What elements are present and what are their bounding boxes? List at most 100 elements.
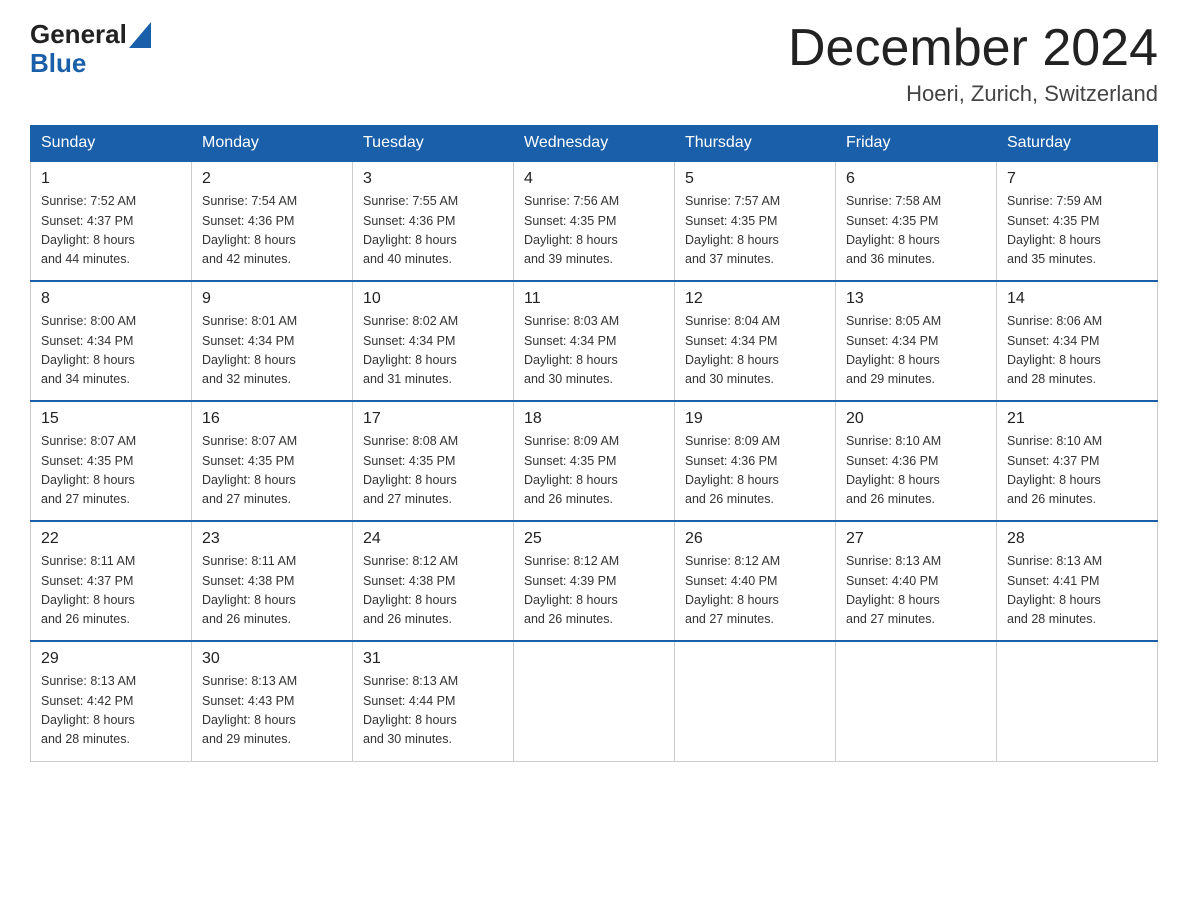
day-info: Sunrise: 7:54 AMSunset: 4:36 PMDaylight:…	[202, 194, 297, 266]
day-cell: 11 Sunrise: 8:03 AMSunset: 4:34 PMDaylig…	[514, 281, 675, 401]
day-info: Sunrise: 8:12 AMSunset: 4:38 PMDaylight:…	[363, 554, 458, 626]
logo-triangle-icon	[129, 22, 151, 48]
day-number: 18	[524, 410, 664, 428]
col-tuesday: Tuesday	[353, 126, 514, 162]
day-info: Sunrise: 8:13 AMSunset: 4:40 PMDaylight:…	[846, 554, 941, 626]
day-number: 16	[202, 410, 342, 428]
day-info: Sunrise: 7:57 AMSunset: 4:35 PMDaylight:…	[685, 194, 780, 266]
day-number: 15	[41, 410, 181, 428]
day-cell	[675, 641, 836, 761]
day-info: Sunrise: 8:13 AMSunset: 4:41 PMDaylight:…	[1007, 554, 1102, 626]
day-cell: 30 Sunrise: 8:13 AMSunset: 4:43 PMDaylig…	[192, 641, 353, 761]
day-info: Sunrise: 7:55 AMSunset: 4:36 PMDaylight:…	[363, 194, 458, 266]
day-number: 10	[363, 290, 503, 308]
day-cell: 4 Sunrise: 7:56 AMSunset: 4:35 PMDayligh…	[514, 161, 675, 281]
day-info: Sunrise: 8:09 AMSunset: 4:36 PMDaylight:…	[685, 434, 780, 506]
day-number: 9	[202, 290, 342, 308]
day-number: 14	[1007, 290, 1147, 308]
day-cell: 20 Sunrise: 8:10 AMSunset: 4:36 PMDaylig…	[836, 401, 997, 521]
col-thursday: Thursday	[675, 126, 836, 162]
day-cell: 25 Sunrise: 8:12 AMSunset: 4:39 PMDaylig…	[514, 521, 675, 641]
day-cell: 21 Sunrise: 8:10 AMSunset: 4:37 PMDaylig…	[997, 401, 1158, 521]
logo-general: General	[30, 20, 127, 49]
day-number: 13	[846, 290, 986, 308]
day-cell: 13 Sunrise: 8:05 AMSunset: 4:34 PMDaylig…	[836, 281, 997, 401]
day-number: 30	[202, 650, 342, 668]
week-row-4: 22 Sunrise: 8:11 AMSunset: 4:37 PMDaylig…	[31, 521, 1158, 641]
day-cell: 6 Sunrise: 7:58 AMSunset: 4:35 PMDayligh…	[836, 161, 997, 281]
day-number: 3	[363, 170, 503, 188]
day-info: Sunrise: 7:52 AMSunset: 4:37 PMDaylight:…	[41, 194, 136, 266]
day-number: 20	[846, 410, 986, 428]
day-info: Sunrise: 8:12 AMSunset: 4:40 PMDaylight:…	[685, 554, 780, 626]
day-cell: 10 Sunrise: 8:02 AMSunset: 4:34 PMDaylig…	[353, 281, 514, 401]
week-row-3: 15 Sunrise: 8:07 AMSunset: 4:35 PMDaylig…	[31, 401, 1158, 521]
header-row: Sunday Monday Tuesday Wednesday Thursday…	[31, 126, 1158, 162]
day-cell: 12 Sunrise: 8:04 AMSunset: 4:34 PMDaylig…	[675, 281, 836, 401]
day-cell: 31 Sunrise: 8:13 AMSunset: 4:44 PMDaylig…	[353, 641, 514, 761]
day-cell	[514, 641, 675, 761]
day-info: Sunrise: 8:05 AMSunset: 4:34 PMDaylight:…	[846, 314, 941, 386]
logo: General Blue	[30, 20, 151, 77]
day-cell: 8 Sunrise: 8:00 AMSunset: 4:34 PMDayligh…	[31, 281, 192, 401]
page: General Blue December 2024 Hoeri, Zurich…	[0, 0, 1188, 792]
day-cell: 2 Sunrise: 7:54 AMSunset: 4:36 PMDayligh…	[192, 161, 353, 281]
day-number: 21	[1007, 410, 1147, 428]
day-cell: 14 Sunrise: 8:06 AMSunset: 4:34 PMDaylig…	[997, 281, 1158, 401]
day-info: Sunrise: 8:00 AMSunset: 4:34 PMDaylight:…	[41, 314, 136, 386]
day-cell: 24 Sunrise: 8:12 AMSunset: 4:38 PMDaylig…	[353, 521, 514, 641]
col-monday: Monday	[192, 126, 353, 162]
day-number: 29	[41, 650, 181, 668]
day-cell: 1 Sunrise: 7:52 AMSunset: 4:37 PMDayligh…	[31, 161, 192, 281]
day-info: Sunrise: 8:11 AMSunset: 4:37 PMDaylight:…	[41, 554, 135, 626]
week-row-2: 8 Sunrise: 8:00 AMSunset: 4:34 PMDayligh…	[31, 281, 1158, 401]
day-cell	[997, 641, 1158, 761]
calendar-table: Sunday Monday Tuesday Wednesday Thursday…	[30, 125, 1158, 762]
day-info: Sunrise: 8:10 AMSunset: 4:37 PMDaylight:…	[1007, 434, 1102, 506]
day-cell: 27 Sunrise: 8:13 AMSunset: 4:40 PMDaylig…	[836, 521, 997, 641]
day-number: 1	[41, 170, 181, 188]
day-info: Sunrise: 8:13 AMSunset: 4:42 PMDaylight:…	[41, 674, 136, 746]
day-cell: 5 Sunrise: 7:57 AMSunset: 4:35 PMDayligh…	[675, 161, 836, 281]
logo-text: General Blue	[30, 20, 151, 77]
day-number: 28	[1007, 530, 1147, 548]
day-number: 24	[363, 530, 503, 548]
day-cell: 9 Sunrise: 8:01 AMSunset: 4:34 PMDayligh…	[192, 281, 353, 401]
day-number: 25	[524, 530, 664, 548]
day-cell: 22 Sunrise: 8:11 AMSunset: 4:37 PMDaylig…	[31, 521, 192, 641]
day-cell: 3 Sunrise: 7:55 AMSunset: 4:36 PMDayligh…	[353, 161, 514, 281]
day-number: 31	[363, 650, 503, 668]
day-cell: 26 Sunrise: 8:12 AMSunset: 4:40 PMDaylig…	[675, 521, 836, 641]
col-sunday: Sunday	[31, 126, 192, 162]
day-number: 12	[685, 290, 825, 308]
day-info: Sunrise: 8:06 AMSunset: 4:34 PMDaylight:…	[1007, 314, 1102, 386]
week-row-5: 29 Sunrise: 8:13 AMSunset: 4:42 PMDaylig…	[31, 641, 1158, 761]
day-number: 27	[846, 530, 986, 548]
location: Hoeri, Zurich, Switzerland	[788, 81, 1158, 107]
day-number: 19	[685, 410, 825, 428]
day-info: Sunrise: 7:58 AMSunset: 4:35 PMDaylight:…	[846, 194, 941, 266]
logo-blue: Blue	[30, 49, 151, 78]
day-cell: 17 Sunrise: 8:08 AMSunset: 4:35 PMDaylig…	[353, 401, 514, 521]
day-info: Sunrise: 8:04 AMSunset: 4:34 PMDaylight:…	[685, 314, 780, 386]
col-wednesday: Wednesday	[514, 126, 675, 162]
day-cell	[836, 641, 997, 761]
day-info: Sunrise: 8:07 AMSunset: 4:35 PMDaylight:…	[41, 434, 136, 506]
header: General Blue December 2024 Hoeri, Zurich…	[30, 20, 1158, 107]
day-cell: 28 Sunrise: 8:13 AMSunset: 4:41 PMDaylig…	[997, 521, 1158, 641]
day-number: 26	[685, 530, 825, 548]
day-number: 4	[524, 170, 664, 188]
day-info: Sunrise: 8:12 AMSunset: 4:39 PMDaylight:…	[524, 554, 619, 626]
day-info: Sunrise: 8:02 AMSunset: 4:34 PMDaylight:…	[363, 314, 458, 386]
day-cell: 18 Sunrise: 8:09 AMSunset: 4:35 PMDaylig…	[514, 401, 675, 521]
day-number: 7	[1007, 170, 1147, 188]
day-info: Sunrise: 8:08 AMSunset: 4:35 PMDaylight:…	[363, 434, 458, 506]
col-friday: Friday	[836, 126, 997, 162]
day-info: Sunrise: 8:10 AMSunset: 4:36 PMDaylight:…	[846, 434, 941, 506]
day-number: 2	[202, 170, 342, 188]
day-info: Sunrise: 7:59 AMSunset: 4:35 PMDaylight:…	[1007, 194, 1102, 266]
day-number: 23	[202, 530, 342, 548]
title-block: December 2024 Hoeri, Zurich, Switzerland	[788, 20, 1158, 107]
day-number: 22	[41, 530, 181, 548]
day-cell: 7 Sunrise: 7:59 AMSunset: 4:35 PMDayligh…	[997, 161, 1158, 281]
